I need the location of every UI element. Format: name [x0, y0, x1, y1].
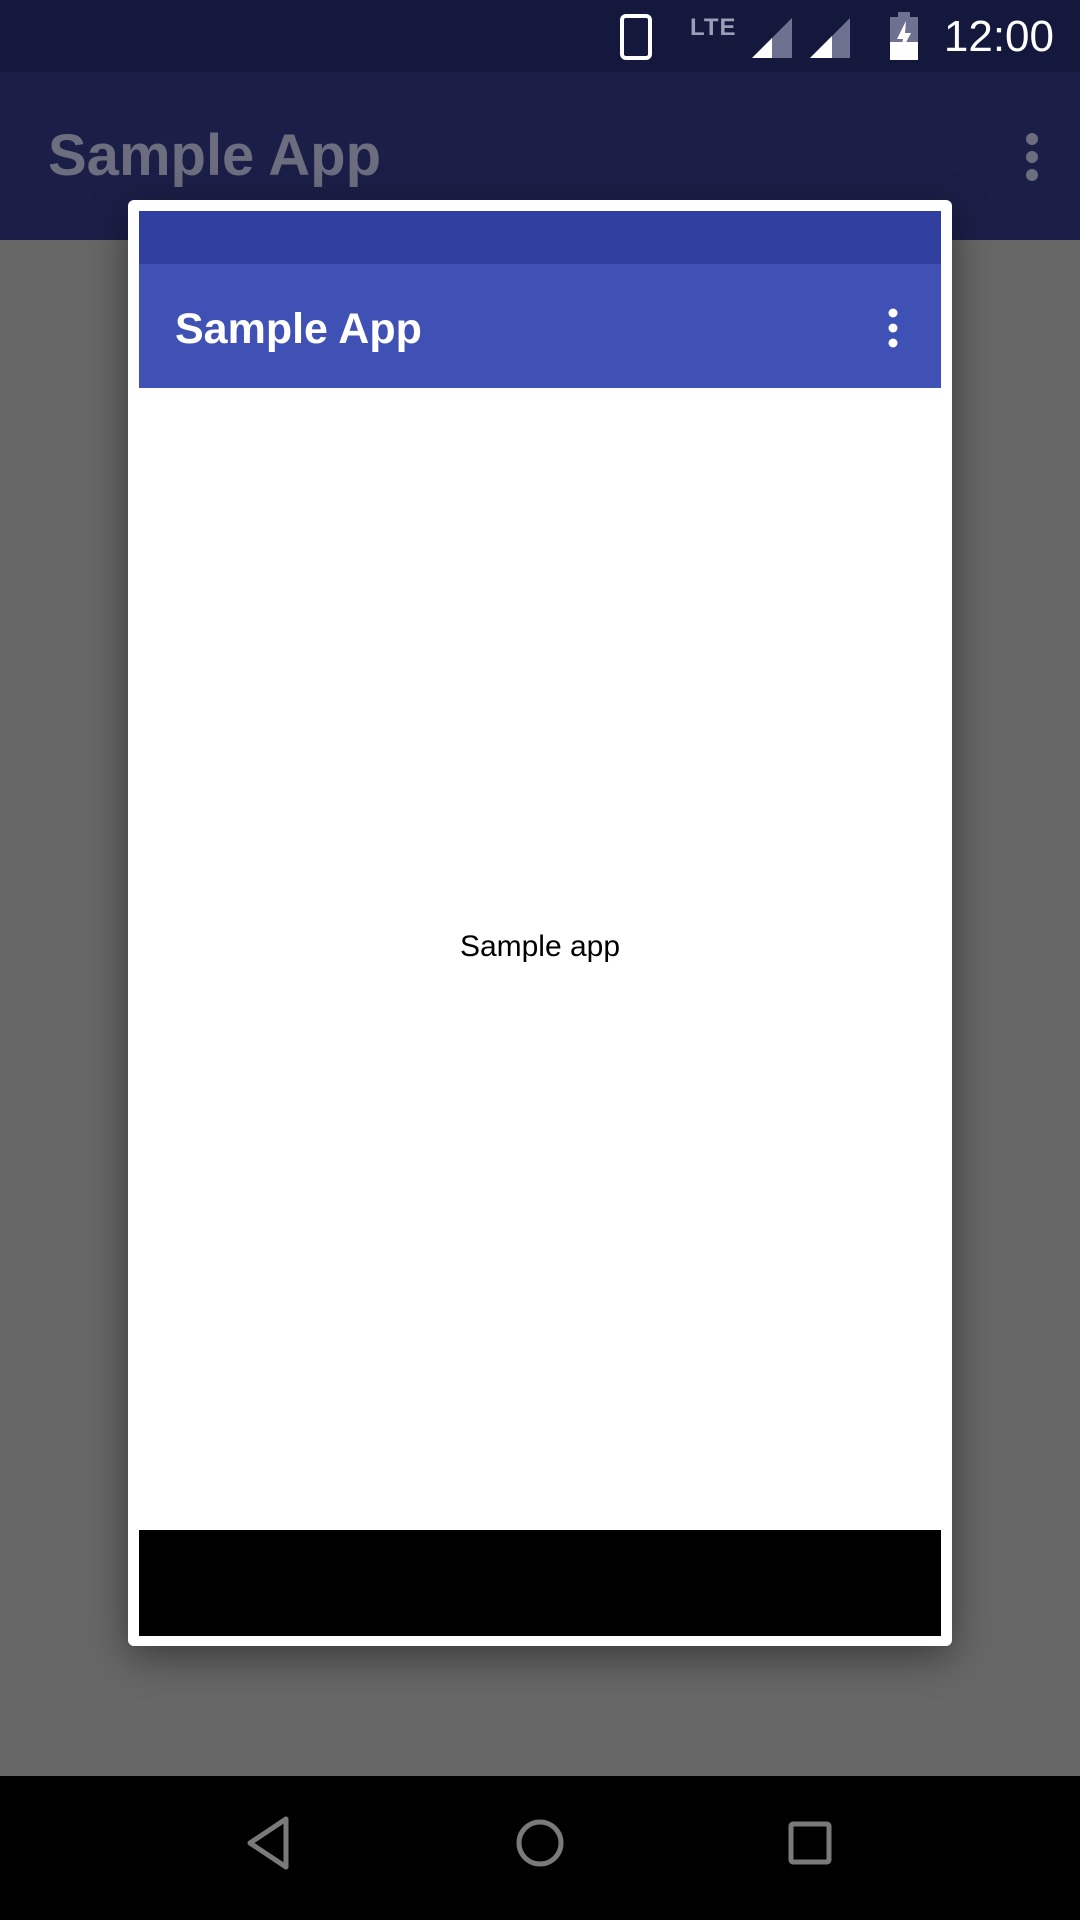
preview-body-text: Sample app — [459, 930, 621, 963]
more-vert-icon[interactable] — [887, 308, 899, 348]
network-type-label: LTE — [690, 14, 737, 41]
preview-nav-bar — [139, 1530, 941, 1636]
phone-icon — [620, 14, 652, 60]
system-nav-bar — [0, 1776, 1080, 1920]
more-vert-icon — [1026, 133, 1038, 181]
preview-content: Sample app — [139, 388, 941, 1530]
recents-icon[interactable] — [786, 1814, 834, 1872]
signal-icon — [810, 18, 850, 58]
app-preview-card[interactable]: Sample App Sample app — [128, 200, 952, 1646]
battery-charging-icon — [890, 12, 918, 60]
clock: 12:00 — [943, 12, 1054, 61]
background-app-title: Sample App — [48, 123, 382, 188]
preview-app-title: Sample App — [175, 305, 422, 353]
back-icon[interactable] — [244, 1814, 292, 1872]
status-bar: LTE 12:00 — [0, 0, 1080, 72]
preview-status-bar — [139, 211, 941, 264]
signal-icon — [752, 18, 792, 58]
home-icon[interactable] — [512, 1814, 568, 1872]
preview-app-bar: Sample App — [139, 264, 941, 388]
